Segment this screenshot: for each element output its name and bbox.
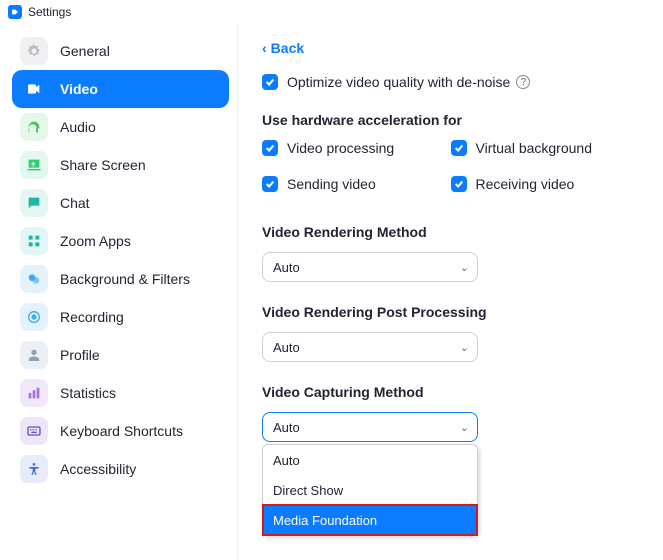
sidebar-item-accessibility[interactable]: Accessibility: [12, 450, 229, 488]
hwaccel-heading: Use hardware acceleration for: [262, 112, 639, 128]
video-camera-icon: [20, 75, 48, 103]
back-label: Back: [271, 40, 304, 56]
accessibility-icon: [20, 455, 48, 483]
sidebar-item-background-filters[interactable]: Background & Filters: [12, 260, 229, 298]
chevron-left-icon: ‹: [262, 40, 267, 56]
capturing-method-select[interactable]: Auto ⌄: [262, 412, 478, 442]
checkbox-checked-icon: [451, 176, 467, 192]
chevron-down-icon: ⌄: [460, 261, 469, 274]
sidebar-item-label: Share Screen: [60, 157, 146, 173]
capturing-method-heading: Video Capturing Method: [262, 384, 639, 400]
chevron-down-icon: ⌄: [460, 421, 469, 434]
profile-icon: [20, 341, 48, 369]
hwaccel-sending-video-checkbox[interactable]: Sending video: [262, 176, 451, 192]
hwaccel-receiving-video-checkbox[interactable]: Receiving video: [451, 176, 640, 192]
window-title: Settings: [28, 5, 71, 19]
checkbox-label: Optimize video quality with de-noise: [287, 74, 510, 90]
optimize-denoise-checkbox[interactable]: Optimize video quality with de-noise ?: [262, 74, 639, 90]
checkbox-checked-icon: [451, 140, 467, 156]
rendering-method-heading: Video Rendering Method: [262, 224, 639, 240]
keyboard-icon: [20, 417, 48, 445]
sidebar-item-label: Accessibility: [60, 461, 136, 477]
sidebar-item-video[interactable]: Video: [12, 70, 229, 108]
sidebar-item-chat[interactable]: Chat: [12, 184, 229, 222]
titlebar: Settings: [0, 0, 663, 24]
hwaccel-video-processing-checkbox[interactable]: Video processing: [262, 140, 451, 156]
sidebar-item-recording[interactable]: Recording: [12, 298, 229, 336]
back-button[interactable]: ‹ Back: [262, 40, 639, 56]
rendering-method-select[interactable]: Auto ⌄: [262, 252, 478, 282]
sidebar-item-profile[interactable]: Profile: [12, 336, 229, 374]
checkbox-checked-icon: [262, 74, 278, 90]
checkbox-checked-icon: [262, 176, 278, 192]
capturing-option-media-foundation[interactable]: Media Foundation: [263, 505, 477, 535]
sidebar-item-label: Recording: [60, 309, 124, 325]
capturing-method-dropdown: Auto Direct Show Media Foundation: [262, 444, 478, 536]
sidebar-item-zoom-apps[interactable]: Zoom Apps: [12, 222, 229, 260]
sidebar-item-label: Profile: [60, 347, 100, 363]
sidebar-item-label: Keyboard Shortcuts: [60, 423, 183, 439]
capturing-option-auto[interactable]: Auto: [263, 445, 477, 475]
post-processing-heading: Video Rendering Post Processing: [262, 304, 639, 320]
sidebar-item-label: Background & Filters: [60, 271, 190, 287]
sidebar-item-label: General: [60, 43, 110, 59]
select-value: Auto: [273, 340, 300, 355]
zoom-app-icon: [8, 5, 22, 19]
checkbox-label: Receiving video: [476, 176, 575, 192]
settings-sidebar: General Video Audio Share Screen Chat Zo…: [0, 24, 238, 560]
settings-panel: ‹ Back Optimize video quality with de-no…: [238, 24, 663, 560]
help-icon[interactable]: ?: [516, 75, 530, 89]
sidebar-item-keyboard-shortcuts[interactable]: Keyboard Shortcuts: [12, 412, 229, 450]
sidebar-item-label: Audio: [60, 119, 96, 135]
checkbox-label: Sending video: [287, 176, 376, 192]
checkbox-label: Virtual background: [476, 140, 592, 156]
hwaccel-virtual-background-checkbox[interactable]: Virtual background: [451, 140, 640, 156]
sidebar-item-statistics[interactable]: Statistics: [12, 374, 229, 412]
sidebar-item-general[interactable]: General: [12, 32, 229, 70]
apps-icon: [20, 227, 48, 255]
capturing-option-direct-show[interactable]: Direct Show: [263, 475, 477, 505]
sidebar-item-audio[interactable]: Audio: [12, 108, 229, 146]
share-screen-icon: [20, 151, 48, 179]
checkbox-checked-icon: [262, 140, 278, 156]
sidebar-item-share-screen[interactable]: Share Screen: [12, 146, 229, 184]
chevron-down-icon: ⌄: [460, 341, 469, 354]
sidebar-item-label: Chat: [60, 195, 90, 211]
recording-icon: [20, 303, 48, 331]
sidebar-item-label: Video: [60, 81, 98, 97]
select-value: Auto: [273, 260, 300, 275]
checkbox-label: Video processing: [287, 140, 394, 156]
sidebar-item-label: Zoom Apps: [60, 233, 131, 249]
headphones-icon: [20, 113, 48, 141]
post-processing-select[interactable]: Auto ⌄: [262, 332, 478, 362]
statistics-icon: [20, 379, 48, 407]
select-value: Auto: [273, 420, 300, 435]
gear-icon: [20, 37, 48, 65]
sidebar-item-label: Statistics: [60, 385, 116, 401]
filters-icon: [20, 265, 48, 293]
chat-icon: [20, 189, 48, 217]
